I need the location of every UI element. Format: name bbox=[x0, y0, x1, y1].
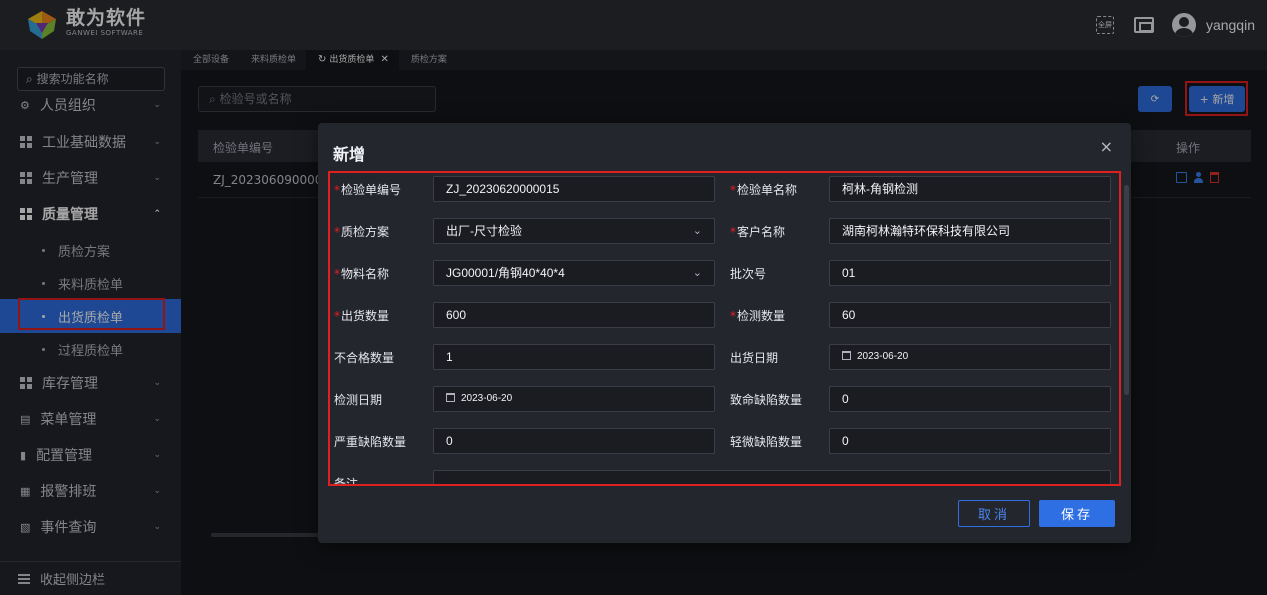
close-icon[interactable]: × bbox=[1100, 137, 1113, 156]
field-label-ship-date: 出货日期 bbox=[730, 351, 779, 365]
form: *检验单编号 ZJ_20230620000015 *检验单名称 柯林-角钢检测 … bbox=[330, 173, 1121, 485]
material-value: JG00001/角钢40*40*4 bbox=[446, 266, 565, 280]
field-label-fatal-qty: 致命缺陷数量 bbox=[730, 393, 803, 407]
field-label-check-date: 检测日期 bbox=[334, 393, 383, 407]
batch-field[interactable]: 01 bbox=[829, 260, 1111, 286]
code-field[interactable]: ZJ_20230620000015 bbox=[433, 176, 715, 202]
field-label-plan: *质检方案 bbox=[334, 225, 390, 239]
remark-field[interactable] bbox=[433, 470, 1111, 485]
field-label-bad-qty: 不合格数量 bbox=[334, 351, 395, 365]
fatal-qty-field[interactable]: 0 bbox=[829, 386, 1111, 412]
field-label-material: *物料名称 bbox=[334, 267, 390, 281]
field-label-check-qty: *检测数量 bbox=[730, 309, 786, 323]
field-label-batch: 批次号 bbox=[730, 267, 767, 281]
serious-qty-field[interactable]: 0 bbox=[433, 428, 715, 454]
ship-qty-field[interactable]: 600 bbox=[433, 302, 715, 328]
field-label-name: *检验单名称 bbox=[730, 183, 798, 197]
check-qty-field[interactable]: 60 bbox=[829, 302, 1111, 328]
field-label-customer: *客户名称 bbox=[730, 225, 786, 239]
material-select[interactable]: JG00001/角钢40*40*4 ⌄ bbox=[433, 260, 715, 286]
cancel-button[interactable]: 取消 bbox=[958, 500, 1030, 527]
minor-qty-field[interactable]: 0 bbox=[829, 428, 1111, 454]
calendar-icon bbox=[842, 351, 851, 360]
chevron-down-icon: ⌄ bbox=[692, 267, 702, 279]
check-date-picker[interactable]: 2023-06-20 bbox=[433, 386, 715, 412]
field-label-remark: 备注 bbox=[334, 477, 359, 485]
ship-date-picker[interactable]: 2023-06-20 bbox=[829, 344, 1111, 370]
field-label-minor-qty: 轻微缺陷数量 bbox=[730, 435, 803, 449]
check-date-value: 2023-06-20 bbox=[461, 393, 513, 404]
chevron-down-icon: ⌄ bbox=[692, 225, 702, 237]
field-label-serious-qty: 严重缺陷数量 bbox=[334, 435, 407, 449]
ship-date-value: 2023-06-20 bbox=[857, 351, 909, 362]
calendar-icon bbox=[446, 393, 455, 402]
save-button[interactable]: 保存 bbox=[1039, 500, 1115, 527]
vertical-scrollbar[interactable] bbox=[1124, 185, 1129, 395]
bad-qty-field[interactable]: 1 bbox=[433, 344, 715, 370]
field-label-ship-qty: *出货数量 bbox=[334, 309, 390, 323]
dialog-title: 新增 bbox=[333, 145, 366, 164]
name-field[interactable]: 柯林-角钢检测 bbox=[829, 176, 1111, 202]
add-dialog: 新增 × *检验单编号 ZJ_20230620000015 *检验单名称 柯林-… bbox=[318, 123, 1131, 543]
field-label-code: *检验单编号 bbox=[334, 183, 402, 197]
customer-field[interactable]: 湖南柯林瀚特环保科技有限公司 bbox=[829, 218, 1111, 244]
plan-value: 出厂-尺寸检验 bbox=[446, 224, 522, 238]
plan-select[interactable]: 出厂-尺寸检验 ⌄ bbox=[433, 218, 715, 244]
